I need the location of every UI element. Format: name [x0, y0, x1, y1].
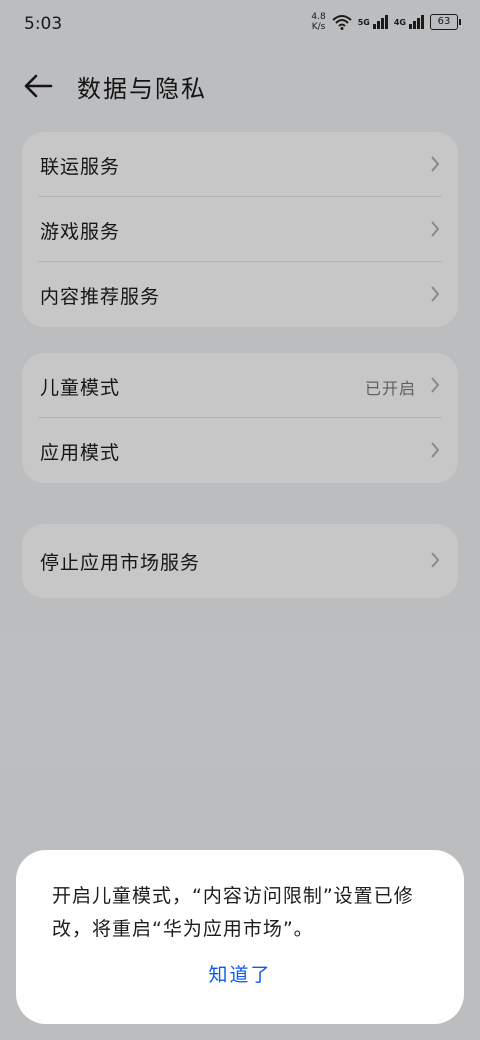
- got-it-button[interactable]: 知道了: [16, 960, 464, 987]
- dialog-message: 开启儿童模式，“内容访问限制”设置已修改，将重启“华为应用市场”。: [52, 885, 414, 940]
- kids-mode-dialog: 开启儿童模式，“内容访问限制”设置已修改，将重启“华为应用市场”。 知道了: [16, 850, 464, 1024]
